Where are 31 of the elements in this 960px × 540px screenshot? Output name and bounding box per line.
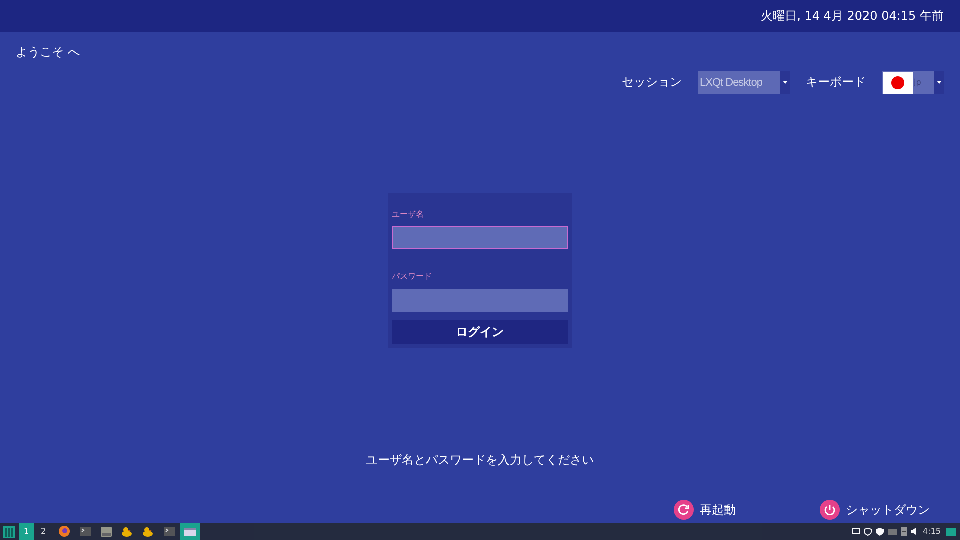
- duck-icon: [142, 526, 154, 536]
- drive-icon: [100, 526, 112, 536]
- menu-icon[interactable]: [3, 526, 15, 538]
- terminal-icon: [80, 527, 90, 536]
- monitor-icon: [852, 528, 860, 535]
- globe-icon: [58, 526, 70, 537]
- restart-label[interactable]: 再起動: [700, 502, 736, 518]
- caret-icon: [782, 81, 788, 84]
- workspace-tab[interactable]: 2: [36, 523, 51, 540]
- password-label: パスワード: [392, 271, 433, 282]
- restart-icon[interactable]: [674, 500, 694, 520]
- power-icon[interactable]: [820, 500, 840, 520]
- password-field[interactable]: [392, 289, 568, 312]
- clock[interactable]: 4:15: [923, 527, 941, 536]
- window-icon: [184, 528, 196, 536]
- desktop-icon[interactable]: [946, 528, 956, 536]
- prompt-text: ユーザ名とパスワードを入力してください: [366, 452, 594, 469]
- username-label: ユーザ名: [392, 209, 425, 220]
- caret-icon: [936, 81, 942, 84]
- username-field[interactable]: [392, 226, 568, 249]
- battery-icon: [901, 527, 908, 536]
- keyboard-label: キーボード: [806, 74, 866, 91]
- login-button[interactable]: ログイン: [392, 320, 568, 344]
- keyboard-icon: [888, 528, 898, 534]
- session-label: セッション: [622, 74, 682, 91]
- terminal-icon: [164, 527, 174, 536]
- duck-icon: [121, 526, 133, 536]
- date-time: 火曜日, 14 4月 2020 04:15 午前: [761, 8, 944, 24]
- welcome-text: ようこそ へ: [16, 45, 80, 59]
- shutdown-label[interactable]: シャットダウン: [846, 502, 930, 518]
- flag-icon: [883, 72, 913, 94]
